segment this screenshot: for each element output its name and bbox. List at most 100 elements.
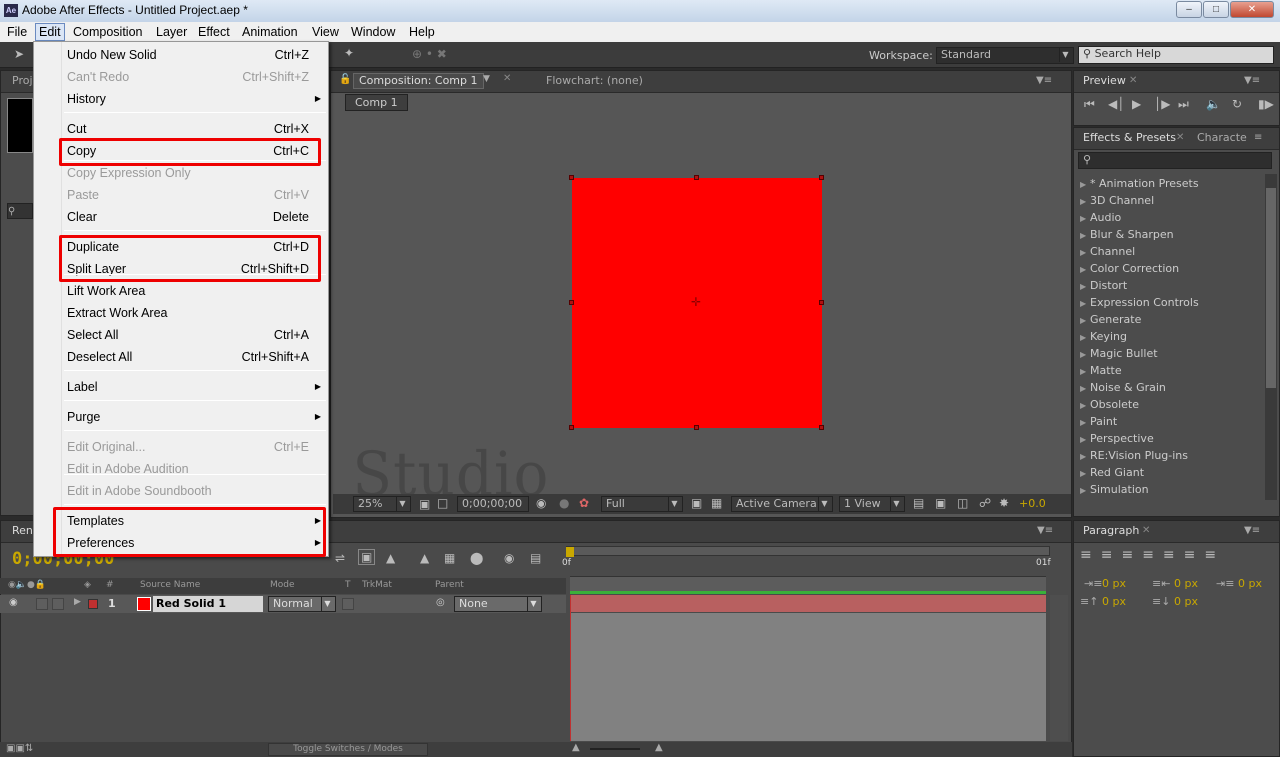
parent-dropdown[interactable]: None ▼ [454,596,542,612]
effects-category[interactable]: ▶ Matte [1080,362,1260,379]
menu-item-purge[interactable]: Purge ▶ [67,407,327,427]
color-channels-icon[interactable]: ✿ [579,496,589,510]
pixel-aspect-icon[interactable]: ▤ [913,496,924,510]
menu-item-label[interactable]: Label ▶ [67,377,327,397]
zoom-slider[interactable] [590,748,640,750]
toggle-switches-modes-button[interactable]: Toggle Switches / Modes [268,743,428,756]
hide-shy-icon[interactable]: ▲ [420,551,429,565]
timeline-track-area[interactable] [570,613,1046,741]
effects-category[interactable]: ▶ Channel [1080,243,1260,260]
menu-item-cut[interactable]: Cut Ctrl+X [67,119,327,139]
last-frame-icon[interactable]: ⏭ [1178,97,1189,112]
lock-icon[interactable]: 🔓 [339,74,351,85]
transform-handle[interactable] [819,300,824,305]
time-navigator[interactable] [570,576,1046,592]
transparency-grid-icon[interactable]: ▦ [711,496,722,510]
timeline-vertical-scrollbar[interactable] [1050,595,1068,741]
effects-category[interactable]: ▶ * Animation Presets [1080,175,1260,192]
selection-tool-icon[interactable]: ➤ [14,47,24,61]
tab-character[interactable]: Characte [1192,128,1252,148]
space-before-value[interactable]: 0 px [1102,595,1126,608]
eye-icon[interactable]: ◉ [9,597,18,608]
preserve-transparency-checkbox[interactable] [342,598,354,610]
tab-preview[interactable]: Preview [1078,71,1131,91]
expand-collapse-icon[interactable]: ▣▣⇅ [6,743,33,754]
anchor-point-icon[interactable]: ✛ [691,295,701,309]
scrollbar-thumb[interactable] [1266,188,1276,388]
space-after-value[interactable]: 0 px [1174,595,1198,608]
next-frame-icon[interactable]: │▶ [1154,97,1170,111]
expand-triangle-icon[interactable]: ▶ [1080,482,1090,499]
timeline-icon[interactable]: ◫ [957,496,968,510]
layer-row[interactable]: ◉ ▶ 1 Red Solid 1 Normal ▼ ◎ None ▼ [0,595,566,613]
loop-icon[interactable]: ↻ [1232,97,1242,111]
puppet-tool-icon[interactable]: ✦ [344,46,354,60]
expand-triangle-icon[interactable]: ▶ [1080,414,1090,431]
live-update-icon[interactable]: ▣ [358,549,376,565]
axis-mode-icon[interactable]: ⊕ • ✖ [412,47,447,61]
expand-triangle-icon[interactable]: ▶ [1080,312,1090,329]
menu-composition[interactable]: Composition [70,24,145,40]
resolution-dropdown[interactable]: Full ▼ [601,496,683,512]
expand-triangle-icon[interactable]: ▶ [1080,397,1090,414]
effects-category[interactable]: ▶ Red Giant [1080,464,1260,481]
expand-triangle-icon[interactable]: ▶ [1080,329,1090,346]
zoom-in-icon[interactable]: ▲ [655,742,663,753]
menu-view[interactable]: View [309,24,342,40]
show-snapshot-icon[interactable]: ● [559,496,569,510]
expand-triangle-icon[interactable]: ▶ [1080,244,1090,261]
zoom-out-icon[interactable]: ▲ [572,742,580,753]
panel-menu-icon[interactable]: ▼≡ [1244,525,1260,536]
transform-handle[interactable] [569,175,574,180]
expand-triangle-icon[interactable]: ▶ [1080,193,1090,210]
exposure-value[interactable]: +0.0 [1019,497,1046,510]
audio-icon[interactable]: 🔈 [1206,97,1221,111]
previous-frame-icon[interactable]: ◀│ [1108,97,1124,111]
close-tab-icon[interactable]: ✕ [1129,75,1137,86]
effects-category[interactable]: ▶ 3D Channel [1080,192,1260,209]
effects-category[interactable]: ▶ Blur & Sharpen [1080,226,1260,243]
expand-triangle-icon[interactable]: ▶ [1080,431,1090,448]
effects-scrollbar[interactable] [1265,174,1277,500]
minimize-button[interactable]: – [1176,1,1202,18]
search-help-input[interactable]: ⚲ Search Help [1078,46,1274,64]
blend-mode-dropdown[interactable]: Normal ▼ [268,596,336,612]
menu-layer[interactable]: Layer [153,24,190,40]
label-color-swatch[interactable] [88,599,98,609]
panel-menu-icon[interactable]: ▼≡ [1037,525,1053,536]
menu-file[interactable]: File [4,24,30,40]
region-of-interest-icon[interactable]: ▣ [691,496,702,510]
flowchart-icon[interactable]: ☍ [979,496,991,510]
frame-blending-icon[interactable]: ▦ [444,551,455,565]
indent-right-value[interactable]: 0 px [1174,577,1198,590]
maximize-button[interactable]: □ [1203,1,1229,18]
graph-editor-icon[interactable]: ◉ [504,551,514,565]
effects-category[interactable]: ▶ Audio [1080,209,1260,226]
close-button[interactable]: ✕ [1230,1,1274,18]
tab-paragraph[interactable]: Paragraph [1078,521,1144,541]
layer-duration-bar[interactable] [570,595,1046,612]
transform-handle[interactable] [694,425,699,430]
expand-triangle-icon[interactable]: ▶ [1080,278,1090,295]
tab-composition[interactable]: Composition: Comp 1 [353,73,484,89]
play-icon[interactable]: ▶ [1132,97,1141,111]
menu-animation[interactable]: Animation [239,24,301,40]
transform-handle[interactable] [694,175,699,180]
expand-triangle-icon[interactable]: ▶ [1080,227,1090,244]
effects-category[interactable]: ▶ Keying [1080,328,1260,345]
transform-handle[interactable] [819,425,824,430]
effects-category[interactable]: ▶ Magic Bullet [1080,345,1260,362]
expand-triangle-icon[interactable]: ▶ [1080,261,1090,278]
expand-triangle-icon[interactable]: ▶ [1080,295,1090,312]
panel-menu-icon[interactable]: ▼≡ [1244,75,1260,86]
close-tab-icon[interactable]: ✕ [503,73,511,84]
work-area-bar[interactable] [566,546,1050,556]
motion-blur-icon[interactable]: ⬤ [470,551,483,565]
effects-category[interactable]: ▶ Noise & Grain [1080,379,1260,396]
effects-category[interactable]: ▶ Generate [1080,311,1260,328]
menu-item-history[interactable]: History ▶ [67,89,327,109]
panel-menu-icon[interactable]: ▼≡ [1036,75,1052,86]
menu-item-extract-work-area[interactable]: Extract Work Area [67,303,327,323]
expand-triangle-icon[interactable]: ▶ [1080,380,1090,397]
menu-item-undo[interactable]: Undo New Solid Ctrl+Z [67,45,327,65]
